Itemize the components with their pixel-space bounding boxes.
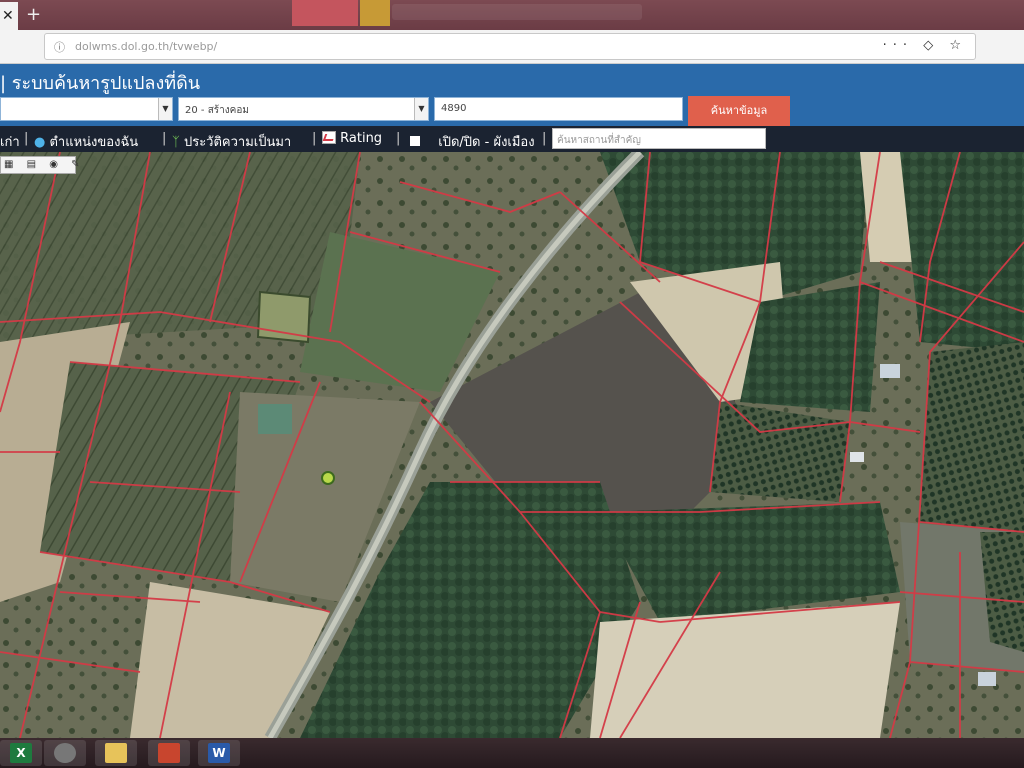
excel-letter: X: [10, 743, 32, 763]
menu-separator: |: [312, 131, 317, 146]
site-info-icon[interactable]: ⓘ: [54, 39, 65, 55]
menu-item-my-location-label: ตำแหน่งของฉัน: [49, 135, 139, 150]
menu-item-rating[interactable]: Rating: [322, 131, 382, 146]
search-button[interactable]: ค้นหาข้อมูล: [688, 96, 790, 126]
menu-item-my-location[interactable]: ● ตำแหน่งของฉัน: [34, 131, 138, 152]
parcel-number-input[interactable]: 4890: [434, 97, 683, 121]
powerpoint-icon[interactable]: [148, 740, 190, 766]
district-select-value: 20 - สร้างคอม: [185, 105, 249, 116]
app-title: | ระบบค้นหารูปแปลงที่ดิน: [0, 73, 201, 94]
background-tab[interactable]: [392, 4, 642, 20]
district-select[interactable]: 20 - สร้างคอม ▼: [178, 97, 429, 121]
word-letter: W: [208, 743, 230, 763]
menu-item-history[interactable]: ᛉ ประวัติความเป็นมา: [172, 131, 291, 152]
background-tab[interactable]: [360, 0, 390, 26]
screen: ✕ + ⓘ dolwms.dol.go.th/tvwebp/ ··· ◇ ☆ |…: [0, 0, 1024, 768]
address-bar[interactable]: ⓘ dolwms.dol.go.th/tvwebp/ ··· ◇ ☆: [44, 33, 976, 60]
url-text[interactable]: dolwms.dol.go.th/tvwebp/: [75, 40, 217, 53]
page-actions-icons[interactable]: ··· ◇ ☆: [883, 38, 967, 53]
menu-separator: |: [24, 131, 29, 146]
menu-separator: |: [542, 131, 547, 146]
menu-item-history-label: ประวัติความเป็นมา: [183, 135, 292, 150]
parcel-number-value: 4890: [441, 103, 467, 114]
close-tab-icon[interactable]: ✕: [2, 8, 14, 24]
menu-separator: |: [162, 131, 167, 146]
map-imagery: [0, 152, 1024, 738]
browser-glyph: [54, 743, 76, 763]
browser-toolbar: ⓘ dolwms.dol.go.th/tvwebp/ ··· ◇ ☆: [0, 30, 1024, 64]
explorer-icon[interactable]: [95, 740, 137, 766]
powerpoint-glyph: [158, 743, 180, 763]
excel-icon[interactable]: X: [0, 740, 42, 766]
layer-checkbox[interactable]: [410, 136, 420, 146]
menu-separator: |: [396, 131, 401, 146]
chart-icon: [322, 131, 336, 144]
chevron-down-icon[interactable]: ▼: [158, 98, 172, 120]
chevron-down-icon[interactable]: ▼: [414, 98, 428, 120]
globe-icon: ●: [34, 135, 46, 150]
menu-item-toggle-layer[interactable]: เปิด/ปิด - ผังเมือง: [410, 131, 535, 152]
menu-item-home[interactable]: เก่า: [0, 131, 20, 152]
satellite-map[interactable]: ▦ ▤ ◉ ✎: [0, 152, 1024, 738]
place-search-input[interactable]: ค้นหาสถานที่สำคัญ: [552, 128, 766, 149]
parcel-marker-icon[interactable]: [321, 471, 335, 485]
folder-glyph: [105, 743, 127, 763]
background-tab[interactable]: [292, 0, 358, 26]
province-select[interactable]: ▼: [0, 97, 173, 121]
taskbar: X W: [0, 738, 1024, 768]
menu-bar: เก่า | ● ตำแหน่งของฉัน | ᛉ ประวัติความเป…: [0, 126, 1024, 152]
browser-tab-strip: ✕ +: [0, 0, 1024, 30]
new-tab-button[interactable]: +: [26, 4, 41, 25]
browser-icon[interactable]: [44, 740, 86, 766]
menu-item-rating-label: Rating: [340, 131, 383, 146]
sprout-icon: ᛉ: [172, 135, 180, 150]
menu-item-toggle-layer-label: เปิด/ปิด - ผังเมือง: [438, 135, 535, 150]
map-tools[interactable]: ▦ ▤ ◉ ✎: [0, 156, 80, 174]
word-icon[interactable]: W: [198, 740, 240, 766]
active-tab[interactable]: ✕: [0, 2, 18, 30]
app-header: | ระบบค้นหารูปแปลงที่ดิน ▼ 20 - สร้างคอม…: [0, 64, 1024, 126]
